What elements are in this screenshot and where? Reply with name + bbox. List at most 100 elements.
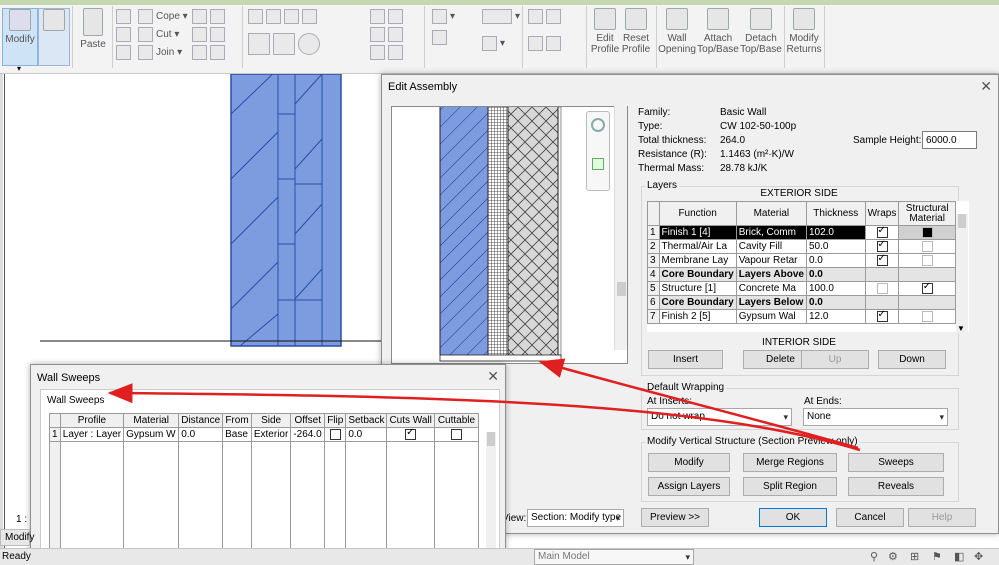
sweep-profile-cell[interactable]: Layer : Layer <box>59 427 125 442</box>
flip-checkbox[interactable] <box>329 428 341 440</box>
underlay-icon[interactable]: ⊞ <box>910 550 919 563</box>
layer-thickness-cell[interactable]: 12.0 <box>805 309 866 324</box>
layer-function-cell[interactable]: Finish 1 [4] <box>658 225 737 240</box>
row-number[interactable]: 4 <box>647 267 660 282</box>
wraps-checkbox[interactable] <box>876 227 888 238</box>
cope-button[interactable]: Cope ▾ <box>138 9 188 24</box>
filter-icon[interactable]: ⚲ <box>870 550 878 563</box>
align-button[interactable] <box>248 9 320 24</box>
move-button[interactable] <box>248 33 323 55</box>
sweep-cuts-wall-cell[interactable] <box>386 427 435 442</box>
layer-material-cell[interactable]: Layers Above <box>735 267 807 282</box>
assign-layers-button[interactable]: Assign Layers <box>648 477 730 496</box>
layer-row[interactable]: 6 Core Boundary Layers Below 0.0 <box>647 295 956 310</box>
ok-button[interactable]: OK <box>759 508 827 527</box>
sweeps-scrollbar[interactable] <box>486 432 496 562</box>
layer-function-cell[interactable]: Thermal/Air La <box>658 239 737 254</box>
layer-row[interactable]: 2 Thermal/Air La Cavity Fill 50.0 <box>647 239 956 254</box>
layer-function-cell[interactable]: Core Boundary <box>658 295 737 310</box>
structural-cell[interactable] <box>898 267 956 282</box>
layer-material-cell[interactable]: Layers Below <box>735 295 807 310</box>
cancel-button[interactable]: Cancel <box>836 508 904 527</box>
structural-cell[interactable] <box>898 253 956 268</box>
layer-function-cell[interactable]: Core Boundary <box>658 267 737 282</box>
structural-cell[interactable] <box>898 225 956 240</box>
scale-indicator[interactable]: 1 : <box>0 514 30 528</box>
modify-tool-button[interactable]: Modify <box>2 8 38 66</box>
pinned-icon[interactable]: ⚑ <box>932 550 942 563</box>
attach-top-base-button[interactable]: Attach Top/Base <box>697 8 739 55</box>
row-number[interactable]: 2 <box>647 239 660 254</box>
modify-tab[interactable]: Modify <box>0 529 34 546</box>
row-number[interactable]: 5 <box>647 281 660 296</box>
merge-regions-button[interactable]: Merge Regions <box>743 453 837 472</box>
navigation-bar[interactable] <box>586 111 610 191</box>
active-workset-select[interactable]: Main Model ▾ <box>534 549 694 565</box>
wraps-cell[interactable] <box>864 253 900 268</box>
layers-scroll-thumb[interactable] <box>958 214 966 228</box>
cut-scissors-button[interactable] <box>116 9 134 24</box>
view-select[interactable]: Section: Modify type ▾ <box>527 509 624 527</box>
wraps-checkbox[interactable] <box>876 282 888 294</box>
structural-cell[interactable] <box>898 309 956 324</box>
sweep-from-cell[interactable]: Base <box>222 427 252 442</box>
structural-checkbox[interactable] <box>921 283 933 294</box>
cuts-wall-checkbox[interactable] <box>405 429 417 440</box>
properties-button[interactable] <box>38 8 70 66</box>
structural-checkbox[interactable] <box>921 240 933 252</box>
modify-returns-button[interactable]: Modify Returns <box>786 8 822 55</box>
layer-material-cell[interactable]: Vapour Retar <box>735 253 807 268</box>
row-number[interactable]: 6 <box>647 295 660 310</box>
layer-thickness-cell[interactable]: 0.0 <box>805 253 866 268</box>
tool-b[interactable] <box>192 27 228 42</box>
preview-button[interactable]: Preview >> <box>641 508 709 527</box>
layer-thickness-cell[interactable]: 102.0 <box>805 225 866 240</box>
sweep-material-cell[interactable]: Gypsum W <box>123 427 180 442</box>
sweep-cuttable-cell[interactable] <box>433 427 480 442</box>
sweep-row[interactable]: 1 Layer : Layer Gypsum W 0.0 Base Exterior -26… <box>49 427 480 442</box>
steering-wheel-icon[interactable] <box>591 118 605 132</box>
layer-material-cell[interactable]: Brick, Comm <box>735 225 807 240</box>
view-tools[interactable] <box>528 9 564 24</box>
layer-function-cell[interactable]: Finish 2 [5] <box>658 309 737 324</box>
layer-row[interactable]: 4 Core Boundary Layers Above 0.0 <box>647 267 956 282</box>
detach-top-base-button[interactable]: Detach Top/Base <box>740 8 782 55</box>
reset-profile-button[interactable]: Reset Profile <box>620 8 652 55</box>
wraps-cell[interactable] <box>864 267 900 282</box>
sweep-side-cell[interactable]: Exterior <box>250 427 292 442</box>
down-button[interactable]: Down <box>878 350 946 369</box>
sweep-setback-cell[interactable]: 0.0 <box>345 427 388 442</box>
sweeps-button[interactable]: Sweeps <box>848 453 944 472</box>
dimension-button[interactable]: ▾ <box>482 9 520 24</box>
cut-button[interactable]: Cut ▾ <box>138 27 179 42</box>
at-inserts-select[interactable]: Do not wrap ▾ <box>647 408 792 426</box>
view-tools-2[interactable] <box>528 36 564 51</box>
group-button[interactable]: ▾ <box>482 36 505 51</box>
wraps-checkbox[interactable] <box>876 255 888 266</box>
wraps-cell[interactable] <box>864 239 900 254</box>
layer-thickness-cell[interactable]: 50.0 <box>805 239 866 254</box>
sweep-offset-cell[interactable]: -264.0 <box>290 427 326 442</box>
layer-row[interactable]: 3 Membrane Lay Vapour Retar 0.0 <box>647 253 956 268</box>
cuttable-checkbox[interactable] <box>450 428 462 440</box>
edit-profile-button[interactable]: Edit Profile <box>590 8 620 55</box>
preview-scrollbar[interactable] <box>614 106 627 350</box>
sweep-num-cell[interactable]: 1 <box>49 427 61 442</box>
structural-cell[interactable] <box>898 281 956 296</box>
join-button[interactable]: Join ▾ <box>138 45 182 60</box>
link-select-icon[interactable]: ⚙ <box>888 550 898 563</box>
structural-cell[interactable] <box>898 295 956 310</box>
wraps-cell[interactable] <box>864 309 900 324</box>
sweep-distance-cell[interactable]: 0.0 <box>178 427 224 442</box>
structural-checkbox[interactable] <box>921 254 933 266</box>
insert-button[interactable]: Insert <box>648 350 723 369</box>
create-button[interactable] <box>432 30 450 45</box>
wraps-cell[interactable] <box>864 281 900 296</box>
structural-checkbox[interactable] <box>921 310 933 322</box>
wraps-cell[interactable] <box>864 225 900 240</box>
copy-button[interactable] <box>116 27 134 42</box>
zoom-icon[interactable] <box>592 158 604 170</box>
layer-thickness-cell[interactable]: 0.0 <box>805 267 866 282</box>
layer-thickness-cell[interactable]: 100.0 <box>805 281 866 296</box>
drag-icon[interactable]: ✥ <box>974 550 983 563</box>
